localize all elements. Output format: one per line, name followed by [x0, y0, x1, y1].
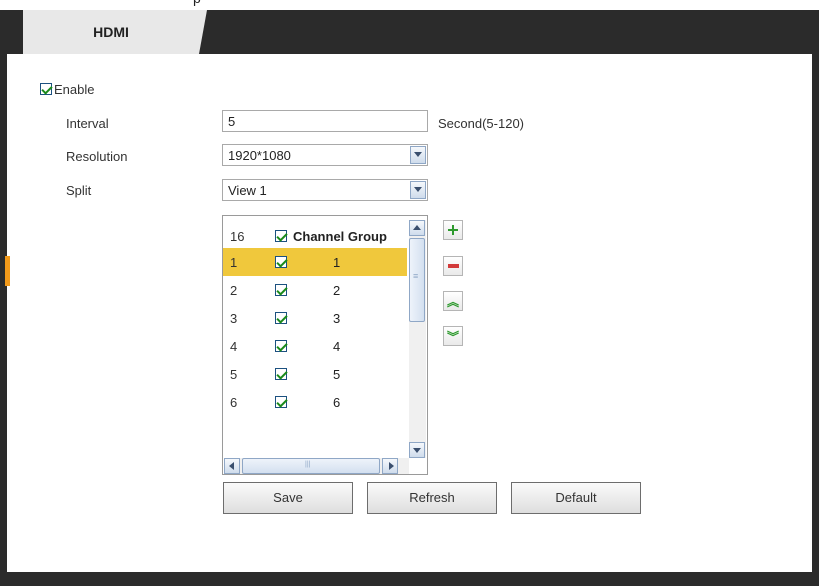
side-marker	[5, 256, 10, 286]
row-index: 3	[230, 311, 238, 326]
row-group: 6	[333, 395, 341, 410]
tab-corner	[199, 10, 207, 54]
row-index: 1	[230, 255, 238, 270]
frame-right	[812, 10, 819, 586]
scroll-thumb-horizontal[interactable]	[242, 458, 380, 474]
split-select[interactable]: View 1	[222, 179, 428, 201]
interval-unit: Second(5-120)	[438, 116, 524, 131]
scroll-right-icon[interactable]	[382, 458, 398, 474]
scroll-left-icon[interactable]	[224, 458, 240, 474]
top-strip-text: p	[193, 0, 201, 6]
interval-label: Interval	[66, 116, 109, 131]
tab-hdmi[interactable]: HDMI	[23, 10, 207, 54]
row-index: 5	[230, 367, 238, 382]
top-strip: p	[0, 0, 819, 10]
row-index: 6	[230, 395, 238, 410]
list-item[interactable]: 4 4	[223, 332, 407, 360]
enable-checkbox[interactable]	[40, 83, 52, 95]
move-down-button[interactable]: ︾	[443, 326, 463, 346]
scroll-thumb[interactable]	[409, 238, 425, 322]
row-checkbox[interactable]	[275, 396, 287, 408]
move-up-button[interactable]: ︽	[443, 291, 463, 311]
enable-label: Enable	[54, 81, 95, 97]
interval-input[interactable]	[222, 110, 428, 132]
plus-icon[interactable]	[443, 220, 463, 240]
row-checkbox[interactable]	[275, 340, 287, 352]
split-value: View 1	[228, 183, 267, 198]
row-group: 3	[333, 311, 341, 326]
row-group: 1	[333, 255, 341, 270]
double-chevron-up-icon: ︽	[447, 295, 460, 309]
row-group: 4	[333, 339, 341, 354]
list-item[interactable]: 5 5	[223, 360, 407, 388]
enable-row: Enable	[40, 81, 94, 97]
resolution-value: 1920*1080	[228, 148, 291, 163]
channel-group-header: Channel Group	[293, 229, 387, 244]
minus-icon[interactable]	[443, 256, 463, 276]
save-button[interactable]: Save	[223, 482, 353, 514]
tab-bar: HDMI	[7, 10, 812, 54]
resolution-label: Resolution	[66, 149, 128, 164]
list-item[interactable]: 6 6	[223, 388, 407, 416]
chevron-down-icon[interactable]	[410, 181, 426, 199]
list-header: 16 Channel Group	[223, 222, 407, 248]
resolution-select[interactable]: 1920*1080	[222, 144, 428, 166]
row-group: 5	[333, 367, 341, 382]
row-checkbox[interactable]	[275, 312, 287, 324]
scroll-up-icon[interactable]	[409, 220, 425, 236]
chevron-down-icon[interactable]	[410, 146, 426, 164]
channel-group-list: 16 Channel Group 1 1 2 2 3 3 4 4 5 5 6 6	[222, 215, 428, 475]
scroll-down-icon[interactable]	[409, 442, 425, 458]
vertical-scrollbar[interactable]	[409, 220, 426, 458]
horizontal-scrollbar[interactable]	[224, 458, 409, 474]
row-index: 4	[230, 339, 238, 354]
row-checkbox[interactable]	[275, 256, 287, 268]
channel-count: 16	[230, 229, 245, 244]
split-label: Split	[66, 183, 92, 198]
default-button[interactable]: Default	[511, 482, 641, 514]
row-index: 2	[230, 283, 238, 298]
row-checkbox[interactable]	[275, 368, 287, 380]
list-item[interactable]: 2 2	[223, 276, 407, 304]
row-checkbox[interactable]	[275, 284, 287, 296]
frame-left	[0, 10, 7, 586]
double-chevron-down-icon: ︾	[447, 330, 460, 344]
list-item[interactable]: 3 3	[223, 304, 407, 332]
frame-bottom	[0, 572, 819, 586]
list-item[interactable]: 1 1	[223, 248, 407, 276]
row-group: 2	[333, 283, 341, 298]
tab-hdmi-label: HDMI	[93, 24, 129, 40]
refresh-button[interactable]: Refresh	[367, 482, 497, 514]
select-all-checkbox[interactable]	[275, 230, 287, 242]
